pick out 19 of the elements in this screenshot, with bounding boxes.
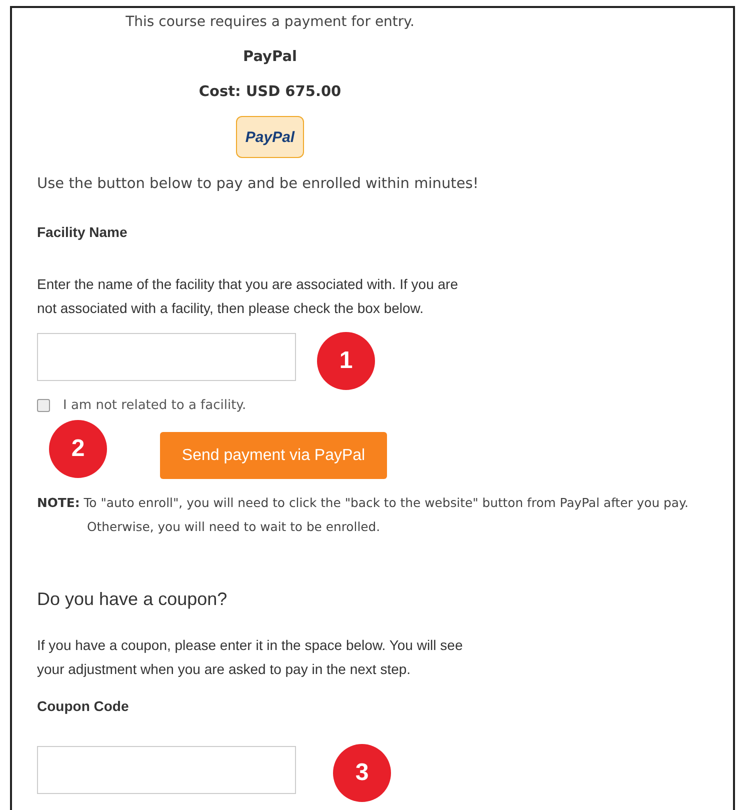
help-text: Enter the name of the facility that you are associated with. If you are not associated with a facility, then please check the box below. <box>37 275 460 318</box>
paypal-logo[interactable]: PayPal <box>236 116 304 158</box>
intro-text: This course requires a payment for entry. <box>126 14 414 30</box>
note-text: Otherwise, you will need to wait to be enrolled. <box>87 518 382 536</box>
note-text: NOTE: To "auto enroll", you will need to click the "back to the website" button from PayPal after you pay. <box>37 494 690 512</box>
input-field[interactable] <box>37 333 296 381</box>
callout-number: 1 <box>317 332 375 390</box>
payment-method: PayPal <box>242 49 298 65</box>
help-text: If you have a coupon, please enter it in the space below. You will see your adjustment when you are asked to pay in the next step. <box>37 636 464 679</box>
checkbox[interactable] <box>37 399 50 412</box>
instruction-text: Use the button below to pay and be enrolled within minutes! <box>37 176 480 192</box>
field-heading: Facility Name <box>37 224 128 240</box>
callout-number: 2 <box>49 420 107 478</box>
cost-text: Cost: USD 675.00 <box>198 84 342 100</box>
section-heading: Do you have a coupon? <box>37 589 228 610</box>
callout-number: 3 <box>333 744 391 802</box>
checkbox-label: I am not related to a facility. <box>63 398 246 413</box>
field-heading: Coupon Code <box>37 698 130 714</box>
input-field[interactable] <box>37 746 296 794</box>
